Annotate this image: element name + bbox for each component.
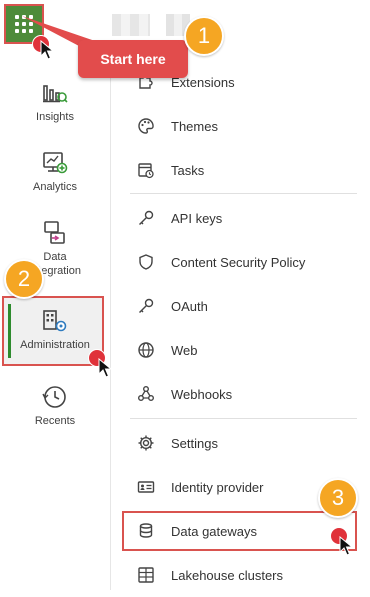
- key-icon: [139, 298, 154, 313]
- globe-icon: [138, 342, 154, 358]
- sidebar-item-label: Insights: [36, 111, 74, 123]
- sidebar-item-label: Recents: [34, 415, 76, 427]
- menu-item-web[interactable]: Web: [122, 328, 357, 372]
- menu-item-lakehouse-clusters[interactable]: Lakehouse clusters: [122, 553, 357, 597]
- id-card-icon: [137, 481, 155, 493]
- cluster-icon: [138, 567, 154, 583]
- menu-item-oauth[interactable]: OAuth: [122, 284, 357, 328]
- calendar-clock-icon: [138, 163, 154, 179]
- start-here-callout: Start here: [78, 40, 188, 78]
- sidebar-item-insights[interactable]: Insights: [0, 80, 110, 124]
- sidebar-item-label: Analytics: [32, 181, 78, 193]
- shield-icon: [139, 254, 153, 270]
- step-badge-2: 2: [4, 259, 44, 299]
- insights-icon: [43, 85, 68, 103]
- palette-icon: [138, 118, 154, 134]
- menu-item-webhooks[interactable]: Webhooks: [122, 372, 357, 416]
- menu-item-settings[interactable]: Settings: [122, 421, 357, 465]
- menu-item-api-keys[interactable]: API keys: [122, 196, 357, 240]
- sidebar: Insights Analytics Data Integration Admi…: [0, 52, 111, 590]
- sidebar-item-administration[interactable]: Administration: [0, 308, 110, 352]
- analytics-icon: [43, 152, 68, 174]
- menu-item-themes[interactable]: Themes: [122, 104, 357, 148]
- administration-icon: [43, 310, 67, 332]
- key-icon: [139, 210, 154, 225]
- menu-item-content-security-policy[interactable]: Content Security Policy: [122, 240, 357, 284]
- webhooks-icon: [138, 386, 154, 401]
- mouse-pointer-icon: [40, 40, 54, 60]
- menu-item-data-gateways[interactable]: Data gateways: [122, 509, 357, 553]
- mouse-pointer-icon: [339, 536, 353, 556]
- recents-icon: [42, 386, 66, 408]
- step-badge-3: 3: [318, 478, 358, 518]
- sidebar-item-analytics[interactable]: Analytics: [0, 150, 110, 194]
- data-integration-icon: [44, 221, 65, 244]
- step-badge-1: 1: [184, 16, 224, 56]
- sidebar-item-recents[interactable]: Recents: [0, 384, 110, 428]
- mouse-pointer-icon: [98, 358, 112, 378]
- database-icon: [139, 523, 153, 538]
- menu-item-tasks[interactable]: Tasks: [122, 148, 357, 192]
- menu-divider: [130, 193, 357, 194]
- menu-divider: [130, 418, 357, 419]
- gear-icon: [138, 435, 154, 451]
